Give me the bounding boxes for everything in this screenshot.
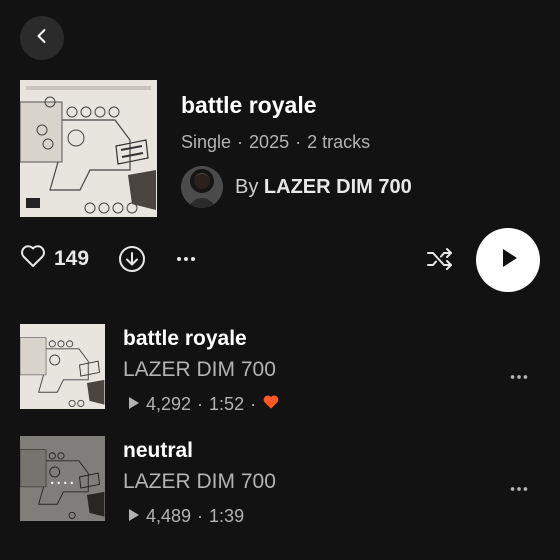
artist-byline: By LAZER DIM 700 [235, 176, 412, 199]
track-artist: LAZER DIM 700 [123, 470, 276, 493]
back-button[interactable] [20, 16, 64, 60]
liked-heart-icon[interactable] [262, 394, 280, 415]
track-row[interactable]: battle royale LAZER DIM 700 4,292 · 1:52… [20, 324, 540, 414]
avatar [181, 166, 223, 208]
download-icon [118, 246, 146, 277]
artist-name: LAZER DIM 700 [263, 175, 412, 198]
track-artist: LAZER DIM 700 [123, 358, 276, 381]
track-row[interactable]: .... neutral LAZER DIM 700 4,489 · 1:39 [20, 436, 540, 526]
album-track-count: 2 tracks [307, 132, 371, 152]
meta-separator: · [237, 132, 244, 152]
now-playing-indicator: .... [49, 467, 76, 489]
track-more-button[interactable] [508, 366, 530, 393]
album-artwork [20, 80, 157, 217]
download-button[interactable] [118, 245, 146, 278]
meta-separator: · [295, 132, 302, 152]
album-page: battle royale Single · 2025 · 2 tracks B… [0, 0, 560, 560]
album-type: Single [181, 132, 232, 152]
play-button[interactable] [476, 228, 540, 292]
artist-prefix: By [235, 175, 259, 198]
like-count: 149 [54, 246, 90, 270]
artist-link[interactable]: By LAZER DIM 700 [181, 166, 412, 208]
stats-separator: · [197, 506, 204, 526]
track-stats: 4,292 · 1:52 · [128, 394, 280, 415]
track-artwork: .... [20, 436, 105, 521]
play-count: 4,489 [146, 506, 192, 526]
album-title: battle royale [181, 92, 317, 118]
stats-separator: · [250, 394, 257, 414]
album-meta: Single · 2025 · 2 tracks [181, 132, 370, 153]
play-count-icon [128, 394, 140, 415]
action-bar: 149 [20, 228, 540, 292]
like-button[interactable]: 149 [20, 244, 89, 273]
play-count: 4,292 [146, 394, 192, 414]
track-duration: 1:39 [209, 506, 245, 526]
more-icon [174, 257, 198, 275]
track-duration: 1:52 [209, 394, 245, 414]
track-title: neutral [123, 439, 194, 462]
track-artwork [20, 324, 105, 409]
track-title: battle royale [123, 327, 247, 350]
play-count-icon [128, 506, 140, 527]
play-icon [495, 245, 521, 276]
album-year: 2025 [249, 132, 290, 152]
more-icon [508, 487, 530, 504]
chevron-left-icon [33, 27, 51, 50]
heart-icon [20, 244, 46, 273]
track-stats: 4,489 · 1:39 [128, 506, 244, 527]
shuffle-button[interactable] [426, 247, 454, 276]
more-options-button[interactable] [174, 247, 198, 276]
track-more-button[interactable] [508, 478, 530, 505]
stats-separator: · [197, 394, 204, 414]
shuffle-icon [426, 248, 454, 275]
more-icon [508, 375, 530, 392]
